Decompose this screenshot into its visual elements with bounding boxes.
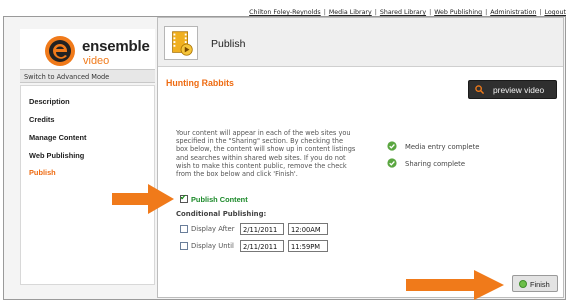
sidebar-item-web-publishing[interactable]: Web Publishing	[29, 151, 84, 160]
shared-library-link[interactable]: Shared Library	[380, 9, 426, 16]
check-circle-icon	[387, 141, 397, 151]
conditional-publishing-title: Conditional Publishing:	[176, 210, 267, 218]
display-until-checkbox[interactable]	[180, 242, 188, 250]
top-navigation: Chilton Foley-Reynolds | Media Library | Sha…	[249, 9, 566, 16]
brand-subname: video	[83, 55, 110, 67]
preview-video-label: preview video	[493, 85, 545, 95]
status-label: Sharing complete	[405, 160, 466, 168]
search-icon	[475, 85, 484, 94]
sidebar-item-description[interactable]: Description	[29, 97, 70, 106]
sidebar-item-manage-content[interactable]: Manage Content	[29, 133, 86, 142]
publish-content-label: Publish Content	[191, 195, 248, 204]
checkmark-icon: ✔	[180, 193, 187, 202]
annotation-arrow-icon	[406, 270, 504, 300]
media-library-link[interactable]: Media Library	[329, 9, 372, 16]
display-after-date-field[interactable]: 2/11/2011	[240, 223, 284, 235]
preview-video-button[interactable]: preview video	[468, 80, 557, 99]
administration-link[interactable]: Administration	[490, 9, 536, 16]
display-after-checkbox[interactable]	[180, 225, 188, 233]
video-title: Hunting Rabbits	[166, 78, 234, 88]
sidebar-item-publish[interactable]: Publish	[29, 168, 56, 177]
display-after-label: Display After	[191, 225, 235, 233]
display-until-date-field[interactable]: 2/11/2011	[240, 240, 284, 252]
sidebar: ensemble video Switch to Advanced Mode D…	[4, 17, 155, 296]
nav-separator: |	[374, 9, 377, 16]
annotation-arrow-icon	[112, 184, 174, 214]
sidebar-item-credits[interactable]: Credits	[29, 115, 54, 124]
film-play-icon	[164, 26, 198, 60]
nav-separator: |	[539, 9, 542, 16]
user-name-link[interactable]: Chilton Foley-Reynolds	[249, 9, 321, 16]
nav-separator: |	[323, 9, 326, 16]
check-circle-icon	[387, 158, 397, 168]
web-publishing-link[interactable]: Web Publishing	[434, 9, 482, 16]
publish-description: Your content will appear in each of the …	[176, 129, 356, 179]
brand-name: ensemble	[82, 38, 150, 55]
finish-icon	[519, 280, 527, 288]
ensemble-logo-icon	[45, 36, 75, 66]
status-label: Media entry complete	[405, 143, 480, 151]
nav-separator: |	[429, 9, 432, 16]
advanced-mode-toggle[interactable]: Switch to Advanced Mode	[20, 69, 155, 83]
nav-separator: |	[485, 9, 488, 16]
page-title: Publish	[211, 38, 246, 50]
main-panel: Publish Hunting Rabbits preview video Yo…	[157, 17, 564, 298]
display-after-time-field[interactable]: 12:00AM	[288, 223, 328, 235]
page-header: Publish	[158, 18, 563, 67]
display-until-time-field[interactable]: 11:59PM	[288, 240, 328, 252]
finish-label: Finish	[530, 280, 550, 289]
display-until-label: Display Until	[191, 242, 234, 250]
logout-link[interactable]: Logout	[544, 9, 566, 16]
finish-button[interactable]: Finish	[512, 275, 558, 292]
